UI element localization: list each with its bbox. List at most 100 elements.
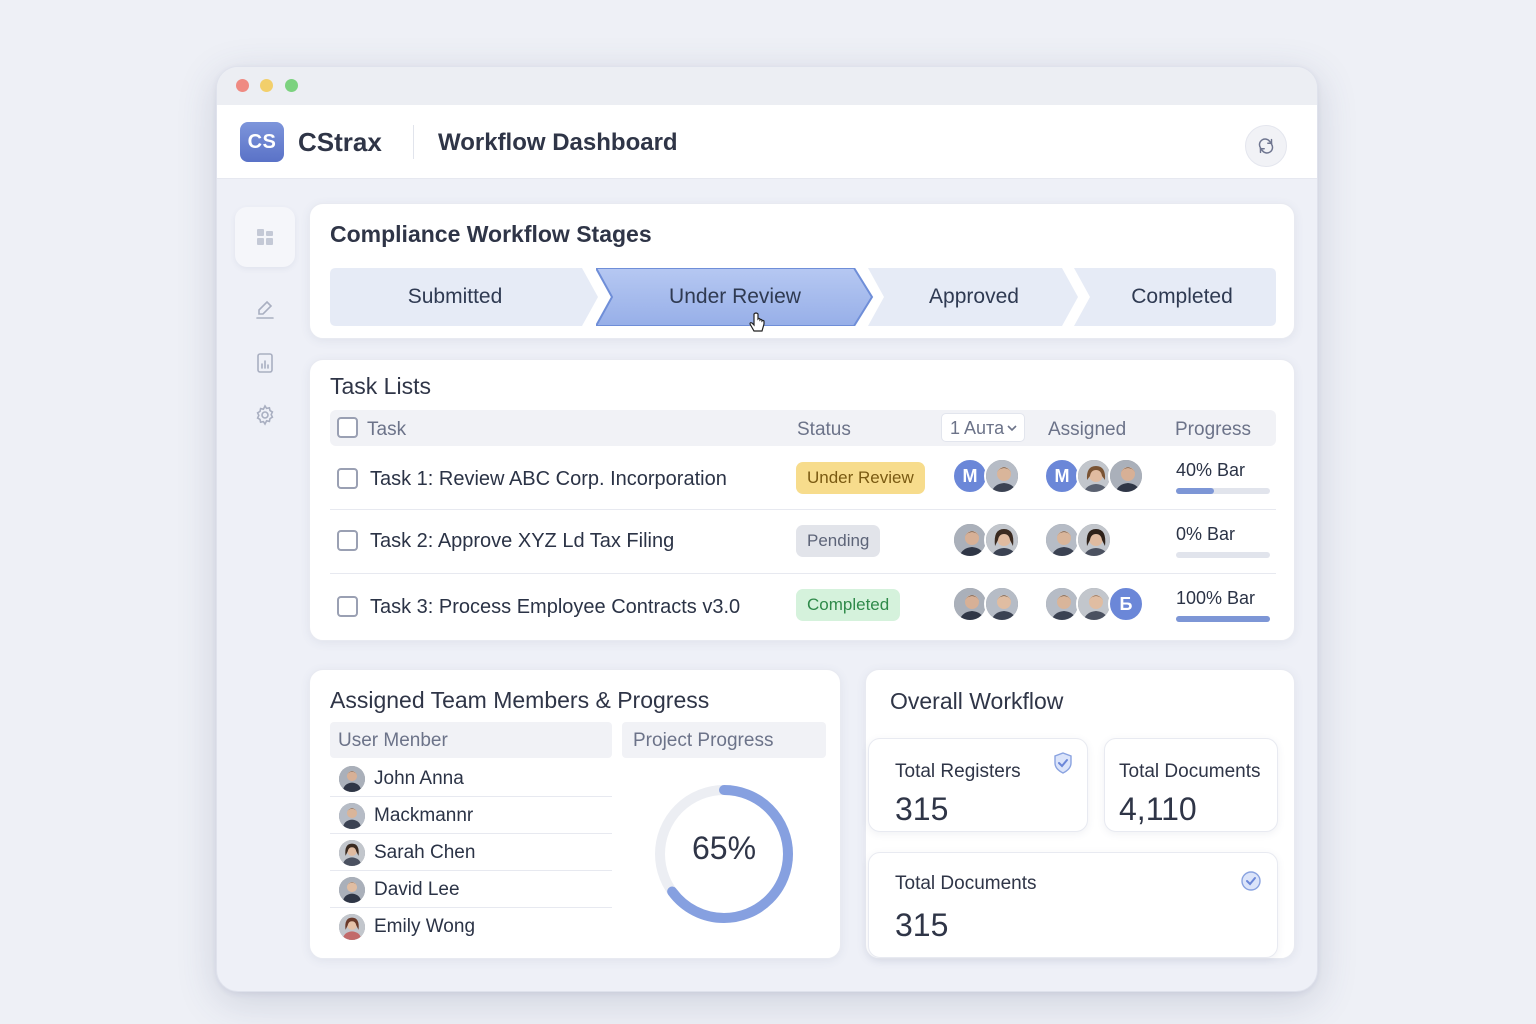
owner-avatars: M (952, 458, 1020, 494)
table-row[interactable]: Task 3: Process Employee Contracts v3.0 … (330, 576, 1276, 638)
avatar[interactable]: M (952, 458, 988, 494)
stat-label: Total Registers (895, 761, 1021, 782)
sidebar-item-settings[interactable] (235, 385, 295, 445)
avatar[interactable] (984, 586, 1020, 622)
avatar (339, 803, 365, 829)
app-header: CS CStrax Workflow Dashboard (217, 105, 1317, 179)
maximize-window-button[interactable] (285, 79, 298, 92)
team-progress-title: Assigned Team Members & Progress (330, 687, 710, 713)
sidebar-item-reports[interactable] (235, 333, 295, 393)
progress-bar (1176, 552, 1270, 558)
brand-name: CStrax (298, 127, 382, 157)
avatar[interactable] (1076, 586, 1112, 622)
stage-label: Under Review (669, 285, 801, 308)
stat-label: Total Documents (1119, 761, 1261, 782)
stage-approved[interactable]: Approved (868, 268, 1080, 326)
status-badge: Pending (796, 525, 881, 557)
overall-workflow-title: Overall Workflow (890, 688, 1064, 714)
progress-fill (1176, 616, 1270, 622)
owner-avatars (952, 522, 1020, 558)
check-badge-icon (1054, 752, 1072, 774)
stat-value: 315 (895, 907, 949, 943)
stat-total-documents: Total Documents 4,110 (1104, 738, 1278, 832)
assigned-avatars: M (1044, 458, 1144, 494)
avatar[interactable] (984, 458, 1020, 494)
table-row[interactable]: Task 2: Approve XYZ Ld Tax Filing Pendin… (330, 512, 1276, 574)
owner-avatars (952, 586, 1020, 622)
progress-label: 100% Bar (1176, 588, 1256, 608)
row-checkbox[interactable] (337, 530, 358, 551)
window-titlebar (217, 67, 1317, 105)
avatar[interactable] (1076, 458, 1112, 494)
avatar[interactable] (1076, 522, 1112, 558)
task-lists-title: Task Lists (330, 373, 431, 399)
column-user-member: User Menber (330, 722, 612, 758)
filter-dropdown-label: 1 Auта (950, 418, 1005, 438)
progress-bar (1176, 488, 1270, 494)
donut-percent: 65% (691, 830, 757, 866)
report-icon (257, 353, 273, 373)
stage-under-review[interactable]: Under Review (596, 268, 874, 326)
list-item[interactable]: Emily Wong (330, 908, 612, 945)
stage-label: Completed (1131, 285, 1233, 308)
sidebar-item-sign[interactable] (235, 279, 295, 339)
app-logo[interactable]: CS (240, 122, 284, 162)
assigned-avatars (1044, 522, 1112, 558)
settings-icon (256, 404, 274, 426)
avatar (339, 766, 365, 792)
stat-value: 315 (895, 791, 949, 827)
task-name: Task 2: Approve XYZ Ld Tax Filing (370, 530, 675, 552)
column-progress: Progress (1175, 419, 1252, 440)
task-name: Task 1: Review ABC Corp. Incorporation (370, 468, 727, 490)
avatar (339, 877, 365, 903)
select-all-checkbox[interactable] (337, 417, 358, 438)
close-window-button[interactable] (236, 79, 249, 92)
app-window: CS CStrax Workflow Dashboard Compliance … (216, 66, 1318, 992)
overall-workflow-card: Overall Workflow Total Registers 315 Tot… (865, 669, 1295, 959)
stage-tracker: Submitted Under Review Approved Complete… (330, 268, 1276, 332)
status-badge: Under Review (796, 462, 925, 494)
avatar[interactable]: M (1044, 458, 1080, 494)
row-checkbox[interactable] (337, 596, 358, 617)
avatar[interactable] (984, 522, 1020, 558)
team-progress-card: Assigned Team Members & Progress User Me… (309, 669, 841, 959)
member-name: Sarah Chen (374, 842, 476, 863)
workflow-stages-title: Compliance Workflow Stages (330, 221, 652, 247)
avatar[interactable] (1044, 586, 1080, 622)
list-item[interactable]: David Lee (330, 871, 612, 908)
task-name: Task 3: Process Employee Contracts v3.0 (370, 596, 741, 618)
avatar[interactable] (952, 522, 988, 558)
minimize-window-button[interactable] (260, 79, 273, 92)
stat-value: 4,110 (1119, 791, 1197, 827)
avatar[interactable]: Б (1108, 586, 1144, 622)
progress-donut: 65% (650, 780, 798, 928)
header-divider (413, 125, 414, 159)
status-badge: Completed (796, 589, 901, 621)
list-item[interactable]: Mackmannr (330, 797, 612, 834)
row-checkbox[interactable] (337, 468, 358, 489)
workflow-stages-card: Compliance Workflow Stages Submitted Und… (309, 203, 1295, 339)
dashboard-icon (257, 229, 273, 245)
stage-submitted[interactable]: Submitted (330, 268, 600, 326)
column-task: Task (367, 419, 407, 440)
member-name: Emily Wong (374, 916, 476, 937)
task-lists-card: Task Lists Task Status 1 Auта Assigned P… (309, 359, 1295, 641)
avatar (339, 840, 365, 866)
progress-label: 40% Bar (1176, 460, 1246, 480)
stage-label: Submitted (407, 285, 503, 308)
stage-label: Approved (929, 285, 1019, 308)
sign-document-icon (256, 300, 274, 319)
table-row[interactable]: Task 1: Review ABC Corp. Incorporation U… (330, 448, 1276, 510)
avatar[interactable] (1108, 458, 1144, 494)
stat-total-registers: Total Registers 315 (868, 738, 1088, 832)
sidebar-item-dashboard[interactable] (235, 207, 295, 267)
list-item[interactable]: John Anna (330, 760, 612, 797)
filter-dropdown[interactable]: 1 Auта (941, 413, 1025, 442)
avatar[interactable] (952, 586, 988, 622)
sync-button[interactable] (1245, 125, 1287, 167)
progress-fill (1176, 488, 1214, 494)
page-title: Workflow Dashboard (438, 129, 678, 156)
avatar[interactable] (1044, 522, 1080, 558)
list-item[interactable]: Sarah Chen (330, 834, 612, 871)
stage-completed[interactable]: Completed (1074, 268, 1276, 326)
